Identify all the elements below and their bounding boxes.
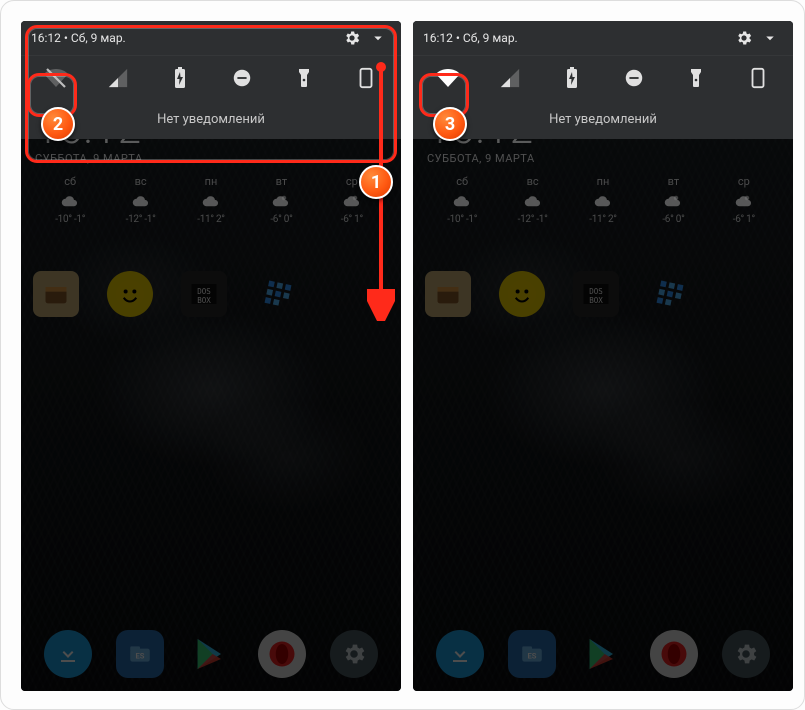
portrait-rotation-toggle[interactable] bbox=[343, 58, 389, 98]
battery-charging-icon[interactable] bbox=[549, 58, 595, 98]
notification-shade[interactable]: 16:12 • Сб, 9 мар. Нет уведомлений bbox=[413, 21, 793, 139]
quick-settings-row bbox=[413, 55, 793, 99]
battery-charging-icon[interactable] bbox=[157, 58, 203, 98]
no-notifications-text: Нет уведомлений bbox=[21, 99, 401, 139]
cellular-signal-icon[interactable] bbox=[95, 58, 141, 98]
notification-shade[interactable]: 16:12 • Сб, 9 мар. bbox=[21, 21, 401, 139]
settings-gear-icon[interactable] bbox=[339, 25, 365, 51]
no-notifications-text: Нет уведомлений bbox=[413, 99, 793, 139]
portrait-rotation-toggle[interactable] bbox=[735, 58, 781, 98]
wifi-toggle-on[interactable] bbox=[425, 58, 471, 98]
expand-chevron-icon[interactable] bbox=[757, 25, 783, 51]
shade-header: 16:12 • Сб, 9 мар. bbox=[21, 21, 401, 55]
flashlight-toggle[interactable] bbox=[281, 58, 327, 98]
status-time-date: 16:12 • Сб, 9 мар. bbox=[31, 31, 126, 45]
expand-chevron-icon[interactable] bbox=[365, 25, 391, 51]
wifi-toggle-off[interactable] bbox=[33, 58, 79, 98]
settings-gear-icon[interactable] bbox=[731, 25, 757, 51]
do-not-disturb-toggle[interactable] bbox=[611, 58, 657, 98]
do-not-disturb-toggle[interactable] bbox=[219, 58, 265, 98]
quick-settings-row bbox=[21, 55, 401, 99]
flashlight-toggle[interactable] bbox=[673, 58, 719, 98]
status-time-date: 16:12 • Сб, 9 мар. bbox=[423, 31, 518, 45]
phone-left: 16:12 Суббота, 9 марта -2° сб -10° -1° в… bbox=[21, 21, 401, 691]
phone-right: 16:12 Суббота, 9 марта -2° сб-10° -1° вс… bbox=[413, 21, 793, 691]
shade-header: 16:12 • Сб, 9 мар. bbox=[413, 21, 793, 55]
cellular-signal-icon[interactable] bbox=[487, 58, 533, 98]
